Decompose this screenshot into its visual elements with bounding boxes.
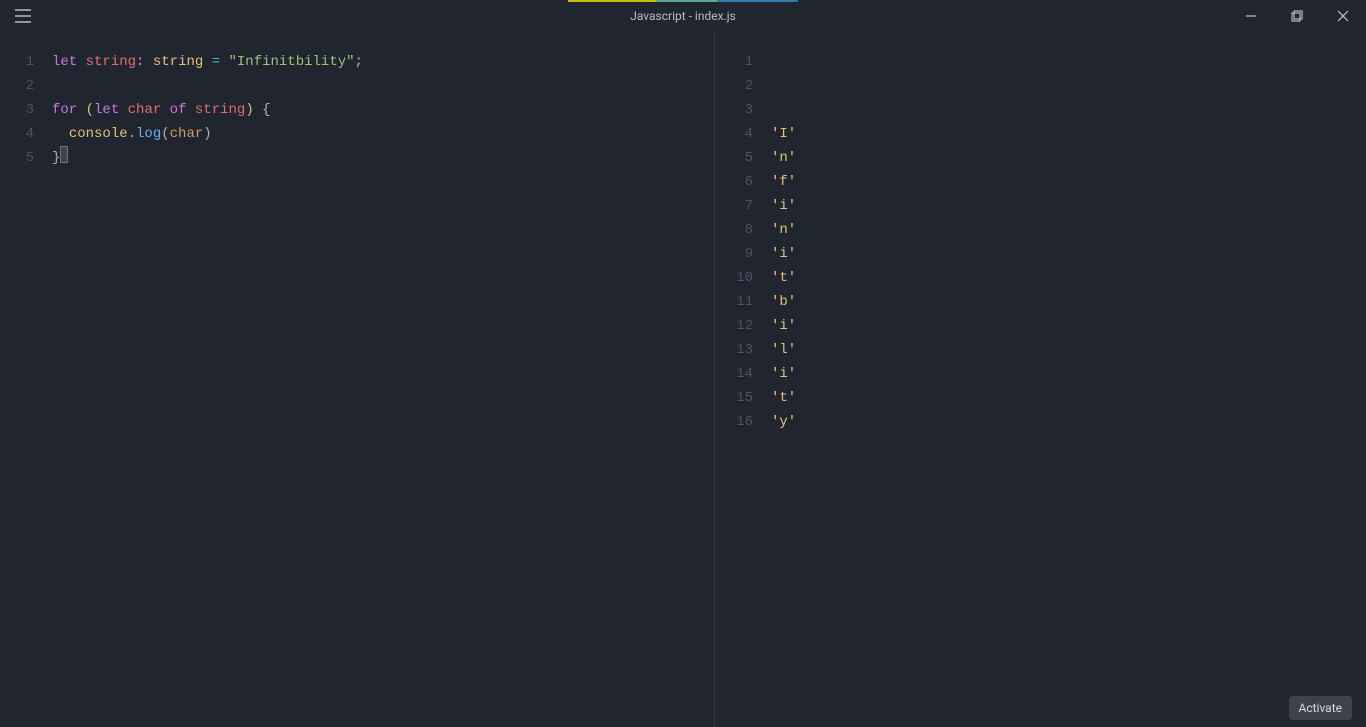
output-line: 'y' bbox=[771, 410, 1366, 434]
line-number: 2 bbox=[715, 74, 763, 98]
close-icon bbox=[1337, 10, 1349, 22]
output-code: 'I''n''f''i''n''i''t''b''i''l''i''t''y' bbox=[771, 32, 1366, 434]
line-number: 4 bbox=[715, 122, 763, 146]
output-pane[interactable]: 12345678910111213141516 'I''n''f''i''n''… bbox=[715, 32, 1366, 727]
output-line bbox=[771, 50, 1366, 74]
cursor bbox=[60, 146, 68, 163]
output-line: 'b' bbox=[771, 290, 1366, 314]
output-line: 'l' bbox=[771, 338, 1366, 362]
code-line[interactable]: console.log(char) bbox=[52, 122, 714, 146]
hamburger-menu-button[interactable] bbox=[0, 0, 46, 32]
output-line bbox=[771, 98, 1366, 122]
line-number: 5 bbox=[715, 146, 763, 170]
output-line: 'i' bbox=[771, 194, 1366, 218]
code-line[interactable]: for (let char of string) { bbox=[52, 98, 714, 122]
code-line[interactable]: let string: string = "Infinitbility"; bbox=[52, 50, 714, 74]
line-number: 8 bbox=[715, 218, 763, 242]
output-line: 'f' bbox=[771, 170, 1366, 194]
line-number: 12 bbox=[715, 314, 763, 338]
output-line: 'i' bbox=[771, 242, 1366, 266]
editor-gutter: 12345 bbox=[0, 32, 44, 170]
editor-pane[interactable]: 12345 let string: string = "Infinitbilit… bbox=[0, 32, 714, 727]
output-line: 'n' bbox=[771, 146, 1366, 170]
output-line: 't' bbox=[771, 386, 1366, 410]
line-number: 7 bbox=[715, 194, 763, 218]
line-number: 6 bbox=[715, 170, 763, 194]
output-line: 't' bbox=[771, 266, 1366, 290]
minimize-icon bbox=[1245, 10, 1257, 22]
line-number: 10 bbox=[715, 266, 763, 290]
line-number: 13 bbox=[715, 338, 763, 362]
line-number: 2 bbox=[0, 74, 44, 98]
activate-button[interactable]: Activate bbox=[1289, 696, 1353, 720]
line-number: 16 bbox=[715, 410, 763, 434]
workspace: 12345 let string: string = "Infinitbilit… bbox=[0, 32, 1366, 727]
output-gutter: 12345678910111213141516 bbox=[715, 32, 763, 434]
line-number: 5 bbox=[0, 146, 44, 170]
maximize-button[interactable] bbox=[1274, 0, 1320, 32]
line-number: 1 bbox=[0, 50, 44, 74]
line-number: 14 bbox=[715, 362, 763, 386]
line-number: 1 bbox=[715, 50, 763, 74]
window-controls bbox=[1228, 0, 1366, 32]
menu-icon bbox=[15, 9, 31, 23]
output-line: 'i' bbox=[771, 362, 1366, 386]
output-line: 'n' bbox=[771, 218, 1366, 242]
code-line[interactable]: } bbox=[52, 146, 714, 170]
title-bar: Javascript - index.js bbox=[0, 0, 1366, 32]
line-number: 3 bbox=[0, 98, 44, 122]
output-line: 'i' bbox=[771, 314, 1366, 338]
line-number: 4 bbox=[0, 122, 44, 146]
output-line bbox=[771, 74, 1366, 98]
maximize-icon bbox=[1291, 10, 1303, 22]
line-number: 15 bbox=[715, 386, 763, 410]
minimize-button[interactable] bbox=[1228, 0, 1274, 32]
line-number: 9 bbox=[715, 242, 763, 266]
line-number: 3 bbox=[715, 98, 763, 122]
line-number: 11 bbox=[715, 290, 763, 314]
close-button[interactable] bbox=[1320, 0, 1366, 32]
editor-code[interactable]: let string: string = "Infinitbility"; for… bbox=[52, 32, 714, 170]
code-line[interactable] bbox=[52, 74, 714, 98]
output-line: 'I' bbox=[771, 122, 1366, 146]
window-title: Javascript - index.js bbox=[590, 0, 776, 32]
